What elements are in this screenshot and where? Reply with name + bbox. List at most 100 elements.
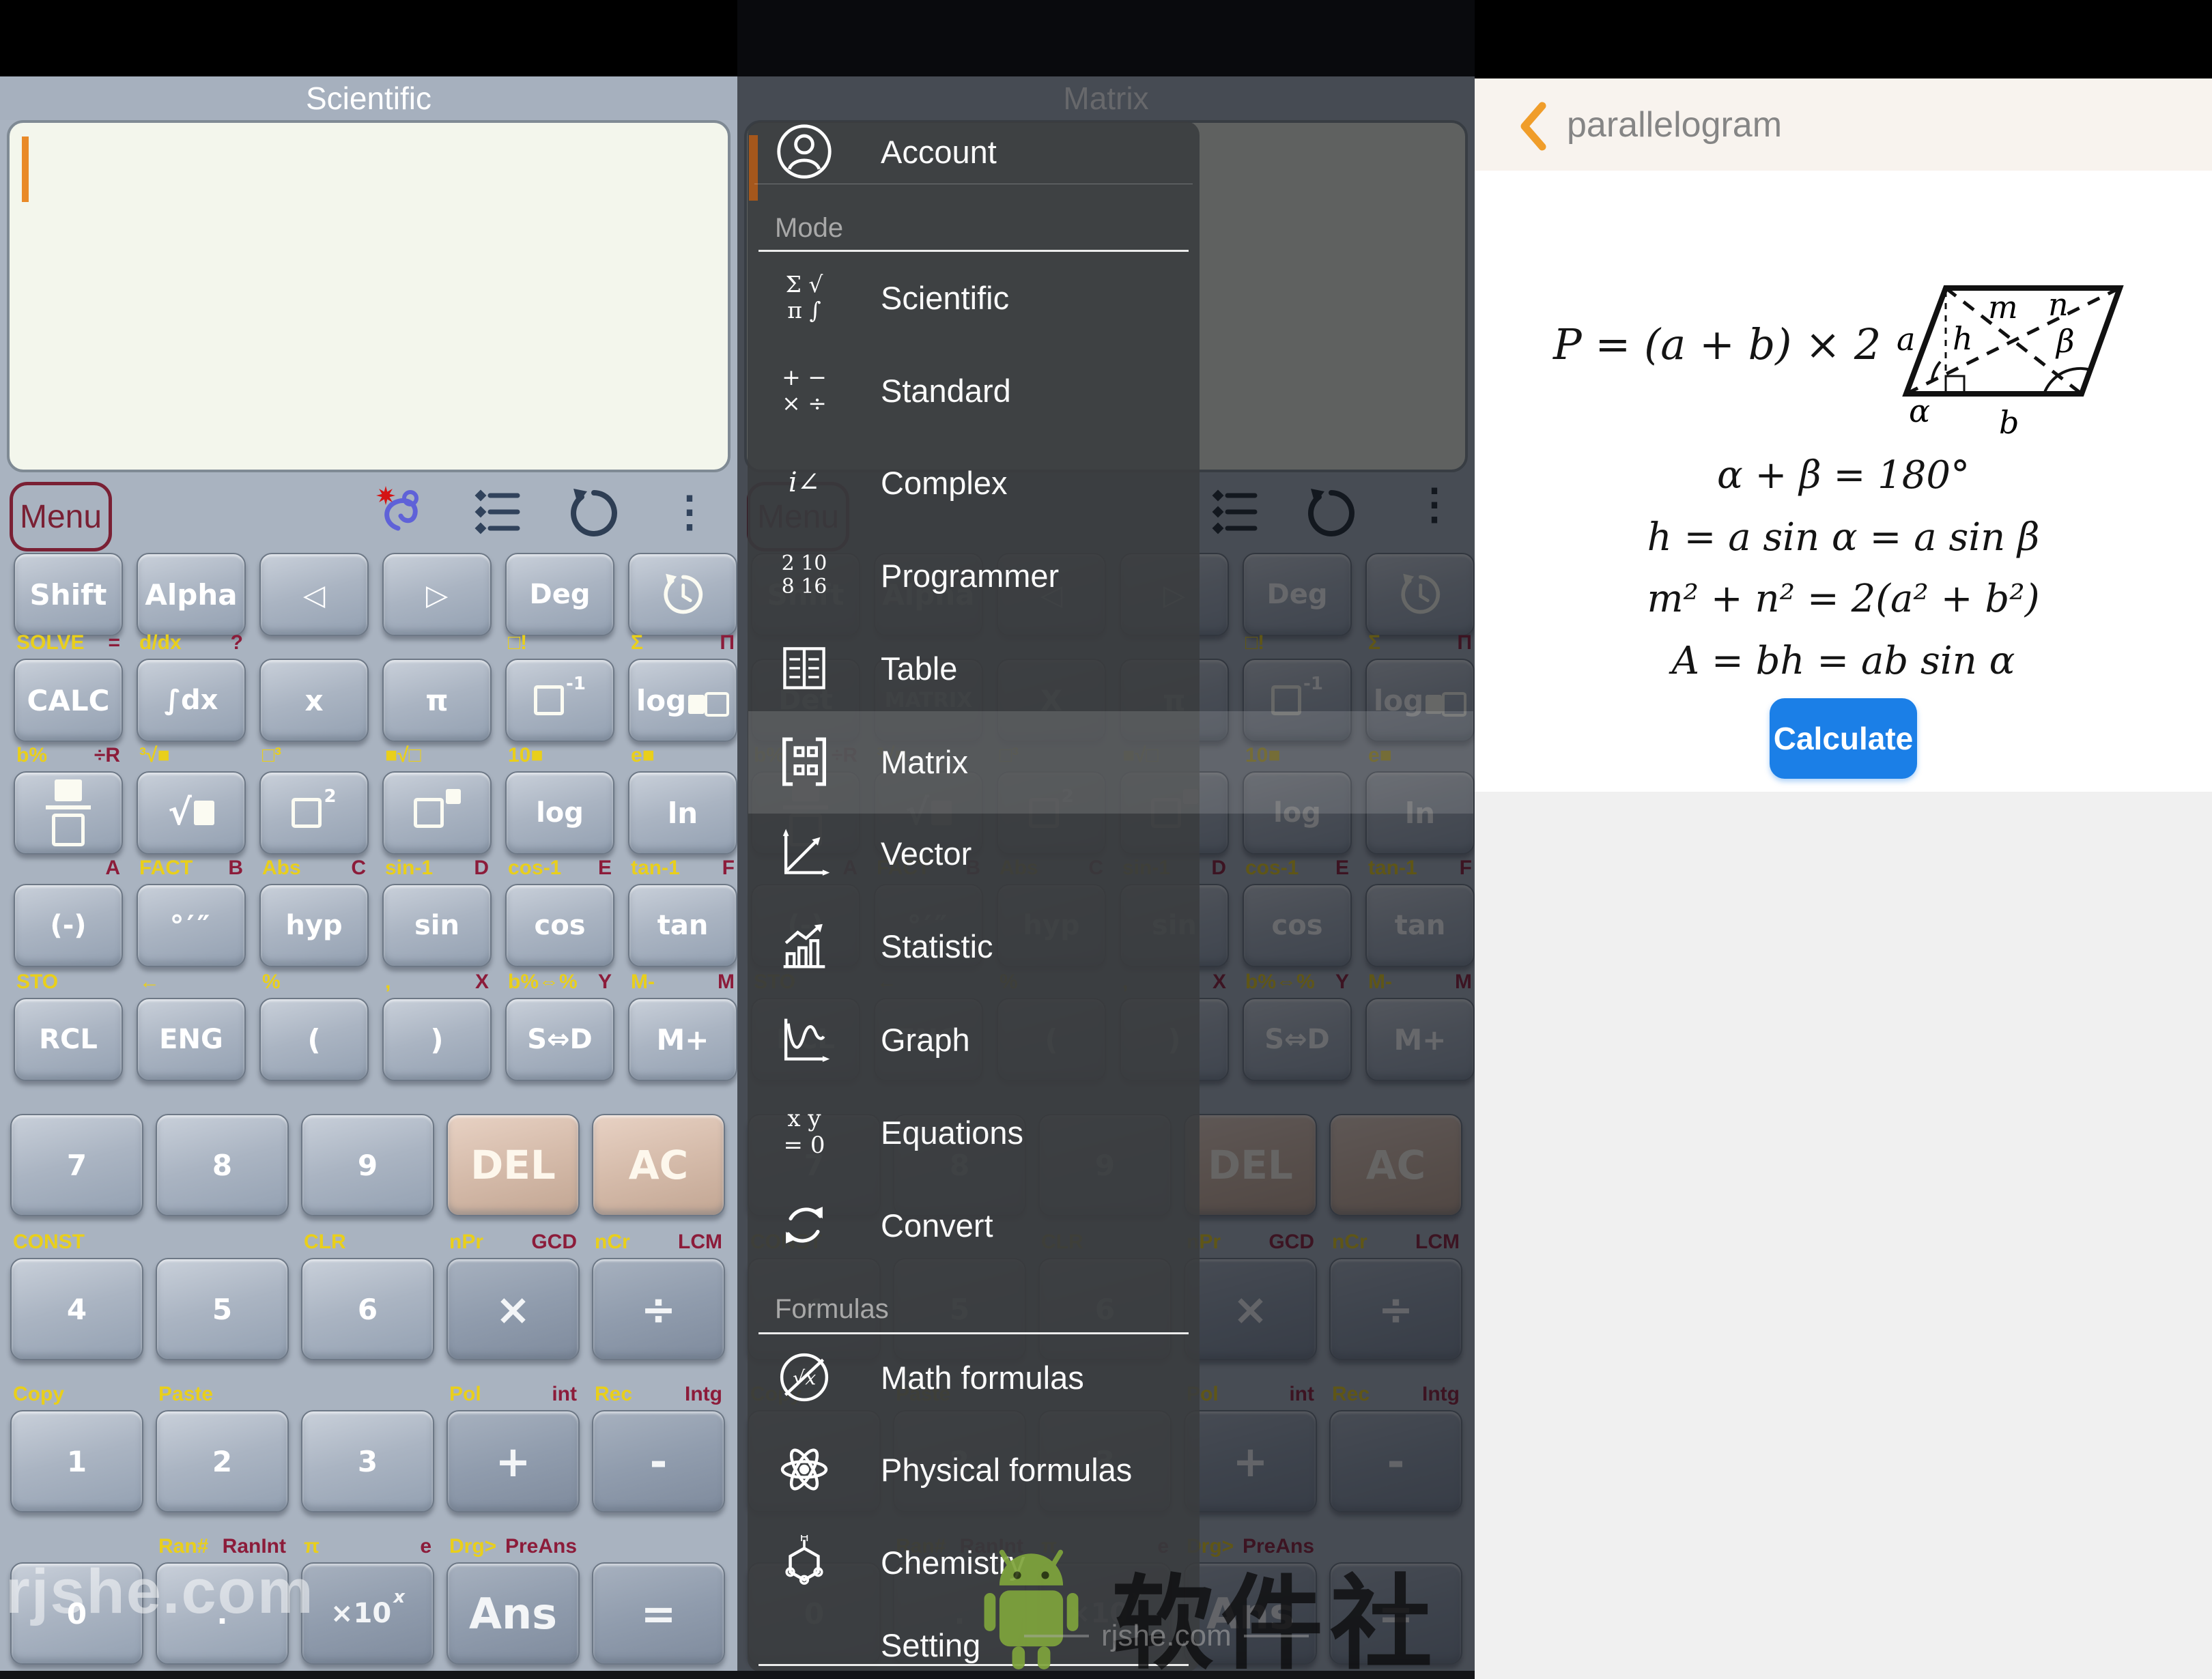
site-watermark: rjshe.com <box>1024 1619 1309 1653</box>
alpha-key[interactable]: Alpha <box>137 553 246 636</box>
calc-display[interactable] <box>7 120 731 472</box>
key-shift-labels: Paste <box>158 1383 214 1405</box>
label-m: m <box>1988 289 2018 326</box>
shift-key[interactable]: Shift <box>14 553 123 636</box>
menu-item-physical-formulas[interactable]: Physical formulas <box>748 1429 1200 1510</box>
key-shift-labels: Drg>PreAns <box>449 1535 577 1558</box>
menu-item-statistic[interactable]: Statistic <box>748 905 1200 987</box>
ln-key[interactable]: ln <box>628 771 737 855</box>
menu-item-math-formulas[interactable]: √x Math formulas <box>748 1336 1200 1418</box>
menu-item-vector[interactable]: Vector <box>748 812 1200 894</box>
equals-key[interactable]: = <box>592 1562 725 1665</box>
handwriting-search-icon[interactable] <box>372 482 429 542</box>
tan-key[interactable]: tan <box>628 884 737 967</box>
key-shift-labels: RecIntg <box>595 1383 722 1405</box>
7-key[interactable]: 7 <box>10 1114 143 1216</box>
negate-key[interactable]: (-) <box>14 884 123 967</box>
calc-key[interactable]: CALC <box>14 659 123 742</box>
menu-button[interactable]: Menu <box>10 482 112 551</box>
complex-icon: i∠ <box>788 467 821 498</box>
formula-angles: α + β = 180° <box>1716 453 1970 498</box>
formula-detail-panel: parallelogram P = (a + b) × 2 a h m n β … <box>1475 0 2212 1679</box>
sin-key[interactable]: sin <box>382 884 492 967</box>
power-key[interactable] <box>382 771 492 855</box>
key-shift-labels: b%÷R <box>16 744 120 766</box>
statistic-icon <box>771 912 837 980</box>
del-key[interactable]: DEL <box>446 1114 580 1216</box>
deg-key[interactable]: Deg <box>505 553 614 636</box>
log-base-key[interactable]: log <box>628 659 737 742</box>
mode-underline <box>758 250 1189 252</box>
menu-item-label: Physical formulas <box>881 1451 1133 1488</box>
3-key[interactable]: 3 <box>301 1410 434 1512</box>
empty-area <box>1475 792 2212 1679</box>
label-b: b <box>1999 404 2019 441</box>
menu-item-account[interactable]: Account <box>748 111 1200 192</box>
formula-height: h = a sin α = a sin β <box>1647 515 2040 560</box>
8-key[interactable]: 8 <box>156 1114 289 1216</box>
dx-key[interactable]: ∫dx <box>137 659 246 742</box>
rcl-key[interactable]: RCL <box>14 998 123 1081</box>
sd-convert-key[interactable]: S⇔D <box>505 998 614 1081</box>
1-key[interactable]: 1 <box>10 1410 143 1512</box>
plus-key[interactable]: + <box>446 1410 580 1512</box>
key-shift-labels: ,X <box>385 971 489 993</box>
menu-item-standard[interactable]: + − × ÷ Standard <box>748 349 1200 431</box>
minus-key[interactable]: - <box>592 1410 725 1512</box>
label-a: a <box>1897 321 1915 358</box>
key-shift-labels: nPrGCD <box>449 1231 577 1253</box>
menu-item-programmer[interactable]: 2 10 8 16 Programmer <box>748 534 1200 616</box>
cn-watermark: 软件社 <box>1111 1565 1440 1679</box>
5-key[interactable]: 5 <box>156 1258 289 1360</box>
menu-item-scientific[interactable]: Σ √ π ∫ Scientific <box>748 257 1200 339</box>
paren-close-key[interactable]: ) <box>382 998 492 1081</box>
more-vert-icon[interactable]: ⋮ <box>668 486 711 539</box>
divide-key[interactable]: ÷ <box>592 1258 725 1360</box>
menu-item-complex[interactable]: i∠ Complex <box>748 442 1200 523</box>
multiply-key[interactable]: × <box>446 1258 580 1360</box>
hyp-key[interactable]: hyp <box>259 884 369 967</box>
cursor-right-key[interactable]: ▷ <box>382 553 492 636</box>
pi-key[interactable]: π <box>382 659 492 742</box>
square-key[interactable]: 2 <box>259 771 369 855</box>
main-menu: Account Mode Σ √ π ∫ Scientific + − × ÷ Sta… <box>748 121 1200 1672</box>
6-key[interactable]: 6 <box>301 1258 434 1360</box>
m-plus-key[interactable]: M+ <box>628 998 737 1081</box>
paren-open-key[interactable]: ( <box>259 998 369 1081</box>
ac-key[interactable]: AC <box>592 1114 725 1216</box>
history-key[interactable] <box>628 553 737 636</box>
menu-item-label: Programmer <box>881 557 1060 594</box>
4-key[interactable]: 4 <box>10 1258 143 1360</box>
key-shift-labels: 10■ <box>508 744 543 766</box>
2-key[interactable]: 2 <box>156 1410 289 1512</box>
key-shift-labels: CONST <box>13 1231 85 1253</box>
menu-item-table[interactable]: Table <box>748 627 1200 709</box>
key-shift-labels: πe <box>304 1535 431 1558</box>
fraction-key[interactable] <box>14 771 123 855</box>
menu-item-graph[interactable]: Graph <box>748 999 1200 1080</box>
menu-item-equations[interactable]: x y = 0 Equations <box>748 1091 1200 1173</box>
back-icon[interactable] <box>1512 99 1553 154</box>
checklist-icon[interactable] <box>474 486 522 538</box>
menu-item-convert[interactable]: Convert <box>748 1184 1200 1266</box>
var-x-key[interactable]: x <box>259 659 369 742</box>
key-shift-labels: % <box>262 971 281 993</box>
graph-icon <box>771 1005 837 1074</box>
key-shift-labels: ← <box>139 971 160 993</box>
dms-key[interactable]: °′″ <box>137 884 246 967</box>
log-key[interactable]: log <box>505 771 614 855</box>
android-robot-watermark <box>961 1537 1101 1677</box>
cos-key[interactable]: cos <box>505 884 614 967</box>
perimeter-formula: P = (a + b) × 2 <box>1553 319 1882 369</box>
undo-icon[interactable] <box>567 485 619 539</box>
cursor-left-key[interactable]: ◁ <box>259 553 369 636</box>
convert-icon <box>771 1191 837 1259</box>
9-key[interactable]: 9 <box>301 1114 434 1216</box>
eng-key[interactable]: ENG <box>137 998 246 1081</box>
ans-key[interactable]: Ans <box>446 1562 580 1665</box>
square-root-key[interactable]: √ <box>137 771 246 855</box>
reciprocal-key[interactable]: -1 <box>505 659 614 742</box>
calculate-button[interactable]: Calculate <box>1770 698 1917 779</box>
key-shift-labels: AbsC <box>262 857 366 879</box>
exp10-key[interactable]: ×10x <box>301 1562 434 1665</box>
